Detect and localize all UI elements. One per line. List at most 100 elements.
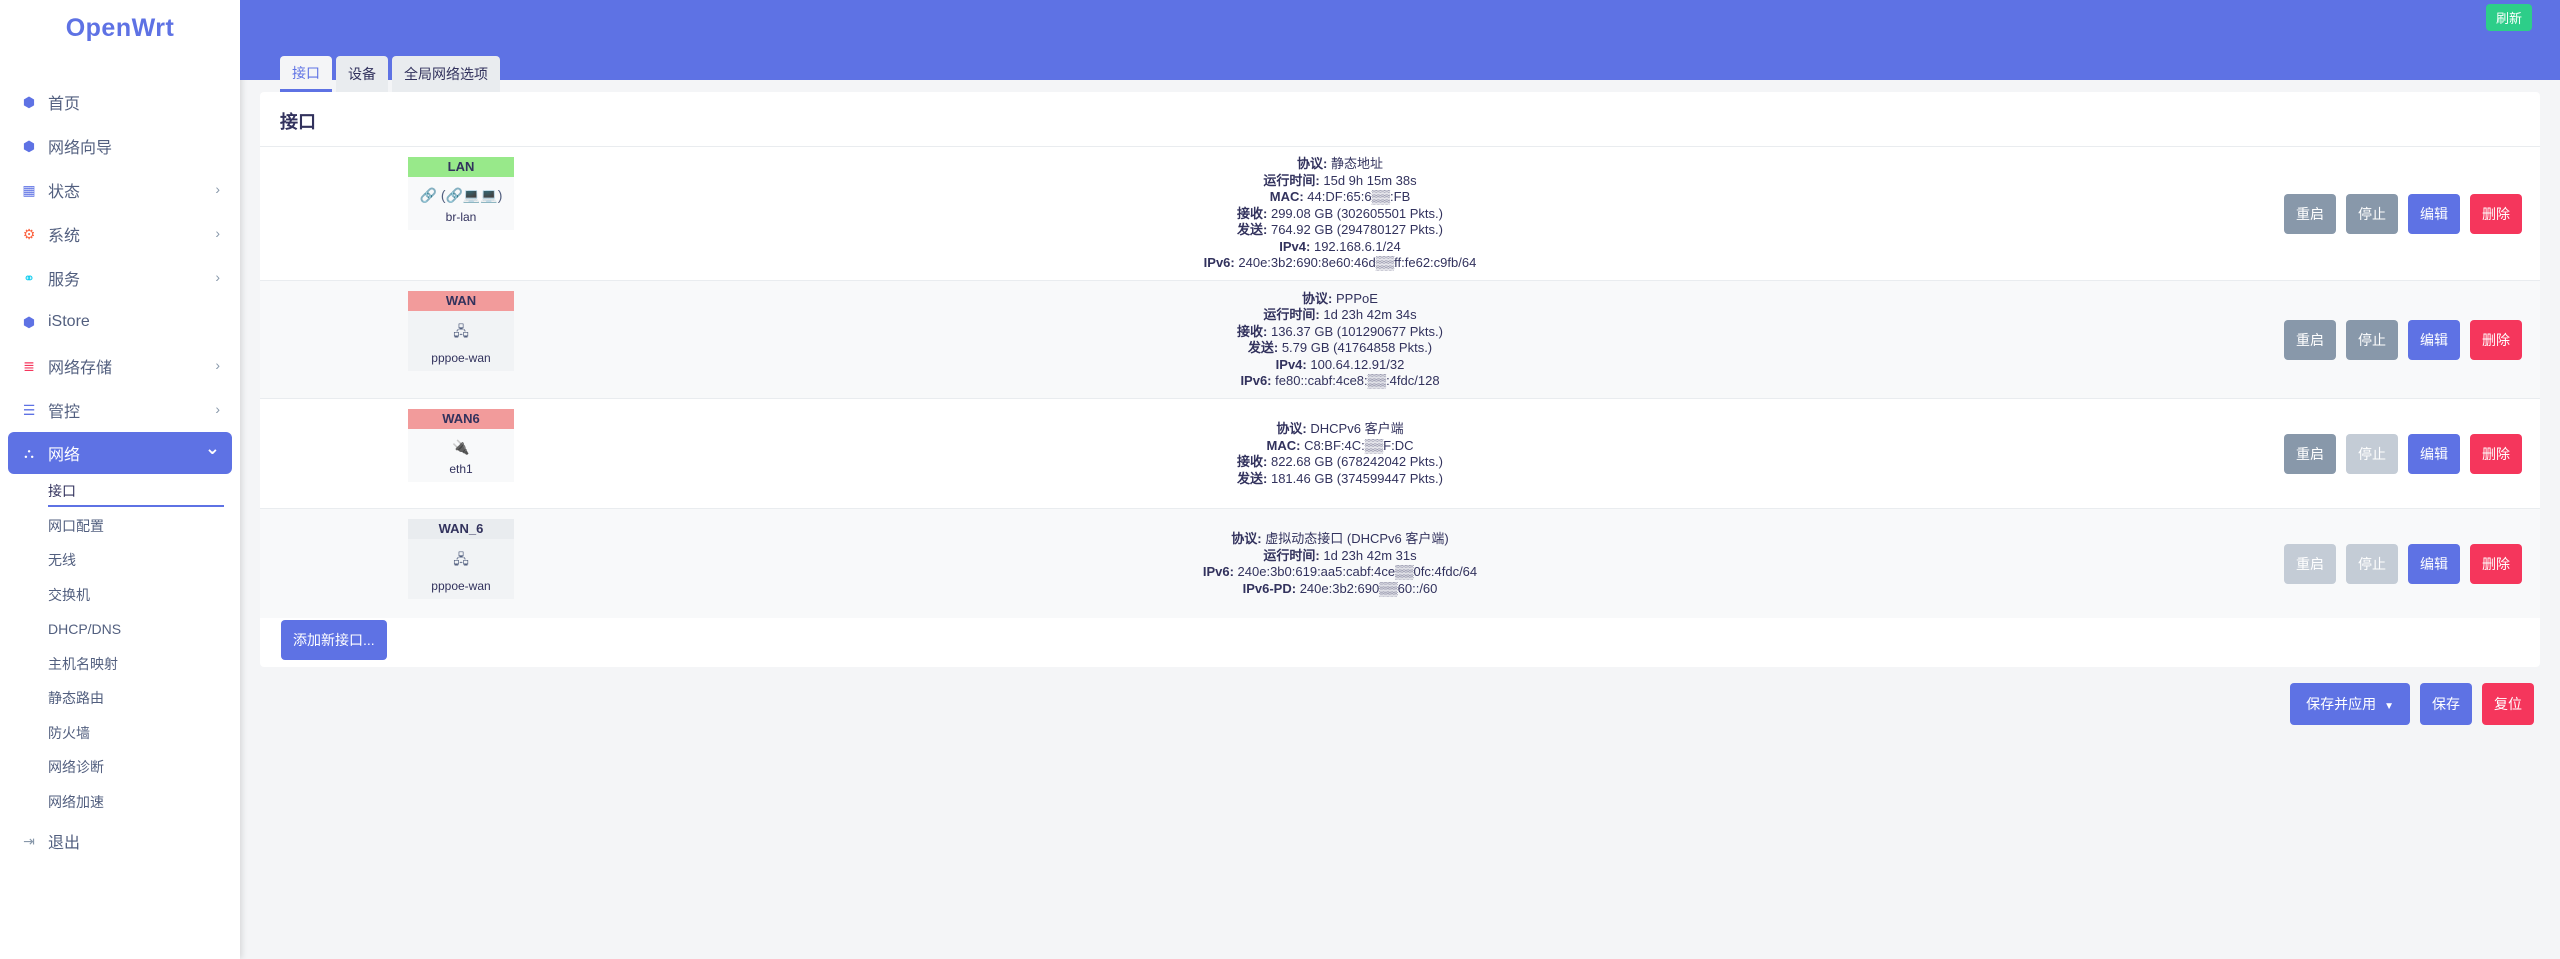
chevron-right-icon: ›: [215, 357, 220, 373]
info-key: IPv6:: [1240, 373, 1272, 388]
interface-name: LAN: [408, 157, 514, 177]
subnav-item-2[interactable]: 无线: [48, 543, 240, 578]
info-key: IPv6:: [1202, 564, 1234, 579]
sidebar-item-3[interactable]: ⚙ 系统 ›: [0, 212, 240, 256]
interface-badge[interactable]: WAN_6 🖧 pppoe-wan: [408, 519, 514, 599]
info-key: IPv6-PD:: [1242, 580, 1297, 596]
subnav-item-4[interactable]: DHCP/DNS: [48, 612, 240, 647]
sidebar-item-label: 系统: [48, 228, 81, 245]
network-port-icon: 🔗 (🔗💻💻): [419, 187, 503, 203]
interface-name: WAN_6: [408, 519, 514, 539]
tab-bar: 接口 设备 全局网络选项: [280, 56, 500, 92]
info-line: 运行时间: 1d 23h 42m 31s: [990, 548, 1690, 565]
restart-button[interactable]: 重启: [2284, 434, 2336, 474]
subnav-item-3[interactable]: 交换机: [48, 578, 240, 613]
interface-name: WAN6: [408, 409, 514, 429]
tab-devices[interactable]: 设备: [336, 56, 388, 92]
interface-device: pppoe-wan: [431, 351, 491, 365]
info-line: IPv6: fe80::cabf:4ce8:▒▒:4fdc/128: [990, 373, 1690, 390]
subnav-item-label: 接口: [48, 481, 224, 508]
info-line: 协议: 虚拟动态接口 (DHCPv6 客户端): [990, 531, 1690, 548]
stop-button[interactable]: 停止: [2346, 544, 2398, 584]
sidebar-item-label: 状态: [48, 184, 81, 201]
stop-button[interactable]: 停止: [2346, 194, 2398, 234]
network-port-icon: 🖧: [453, 323, 469, 339]
edit-button[interactable]: 编辑: [2408, 434, 2460, 474]
info-key: 协议:: [1276, 421, 1307, 436]
sidebar-item-4[interactable]: ⚭ 服务 ›: [0, 256, 240, 300]
info-value: 240e:3b2:690:8e60:46d▒▒ff:fe62:c9fb/64: [1238, 255, 1477, 271]
info-line: 发送: 764.92 GB (294780127 Pkts.): [990, 222, 1690, 239]
sidebar-item-6[interactable]: ≣ 网络存储 ›: [0, 344, 240, 388]
logout-label: 退出: [48, 835, 81, 852]
interface-device: br-lan: [445, 210, 477, 224]
sidebar-item-1[interactable]: ⬢ 网络向导: [0, 124, 240, 168]
sidebar-item-5[interactable]: ⬢ iStore: [0, 300, 240, 344]
subnav-item-9[interactable]: 网络加速: [48, 785, 240, 820]
subnav-item-1[interactable]: 网口配置: [48, 509, 240, 544]
restart-button[interactable]: 重启: [2284, 194, 2336, 234]
delete-button[interactable]: 删除: [2470, 434, 2522, 474]
sidebar-item-label: 服务: [48, 272, 81, 289]
info-key: IPv6:: [1203, 255, 1235, 271]
stop-button[interactable]: 停止: [2346, 320, 2398, 360]
info-key: MAC:: [1266, 437, 1301, 453]
subnav-item-8[interactable]: 网络诊断: [48, 750, 240, 785]
sidebar-item-label: iStore: [48, 313, 90, 330]
tab-global-options[interactable]: 全局网络选项: [392, 56, 500, 92]
info-line: 接收: 822.68 GB (678242042 Pkts.): [990, 454, 1690, 471]
subnav-item-label: 静态路由: [48, 690, 104, 707]
delete-button[interactable]: 删除: [2470, 544, 2522, 584]
edit-button[interactable]: 编辑: [2408, 544, 2460, 584]
info-key: 运行时间:: [1263, 547, 1320, 563]
info-key: 接收:: [1237, 205, 1268, 221]
info-value: 299.08 GB (302605501 Pkts.): [1270, 205, 1443, 221]
info-value: 44:DF:65:6▒▒:FB: [1307, 189, 1411, 205]
edit-button[interactable]: 编辑: [2408, 320, 2460, 360]
subnav-item-label: 网络加速: [48, 793, 104, 810]
info-key: 发送:: [1237, 470, 1268, 486]
subnav-item-6[interactable]: 静态路由: [48, 681, 240, 716]
chevron-right-icon: ›: [215, 181, 220, 197]
delete-button[interactable]: 删除: [2470, 320, 2522, 360]
delete-button[interactable]: 删除: [2470, 194, 2522, 234]
interface-row: WAN 🖧 pppoe-wan 协议: PPPoE 运行时间: 1d 23h 42m 3…: [260, 280, 2540, 398]
refresh-button[interactable]: 刷新: [2485, 4, 2532, 31]
info-line: IPv6: 240e:3b2:690:8e60:46d▒▒ff:fe62:c9f…: [990, 255, 1690, 272]
logout-item[interactable]: ⇥ 退出: [0, 819, 240, 863]
subnav-item-7[interactable]: 防火墙: [48, 716, 240, 751]
logo[interactable]: OpenWrt: [0, 14, 240, 43]
info-value: 5.79 GB (41764858 Pkts.): [1281, 340, 1433, 355]
interface-badge[interactable]: WAN6 🔌 eth1: [408, 409, 514, 482]
sidebar-item-2[interactable]: ▦ 状态 ›: [0, 168, 240, 212]
info-line: MAC: C8:BF:4C:▒▒F:DC: [990, 438, 1690, 455]
sidebar-item-8[interactable]: ⛬ 网络 ⌄: [8, 432, 232, 474]
restart-button[interactable]: 重启: [2284, 544, 2336, 584]
reset-button[interactable]: 复位: [2482, 683, 2534, 725]
subnav-item-0[interactable]: 接口: [48, 474, 240, 509]
row-actions: 重启 停止 编辑 删除: [2284, 544, 2522, 584]
save-button[interactable]: 保存: [2420, 683, 2472, 725]
interface-list: LAN 🔗 (🔗💻💻) br-lan 协议: 静态地址 运行时间: 15d 9h 15m…: [260, 146, 2540, 618]
sidebar-item-0[interactable]: ⬢ 首页: [0, 80, 240, 124]
subnav-item-5[interactable]: 主机名映射: [48, 647, 240, 682]
sidebar-item-label: 网络: [48, 447, 81, 464]
save-apply-button[interactable]: 保存并应用 ▼: [2290, 683, 2410, 725]
info-line: MAC: 44:DF:65:6▒▒:FB: [990, 189, 1690, 206]
cube-icon: ⬢: [22, 93, 36, 110]
caret-down-icon[interactable]: ▼: [2384, 701, 2394, 712]
restart-button[interactable]: 重启: [2284, 320, 2336, 360]
info-value: 静态地址: [1330, 156, 1383, 172]
network-port-icon: 🖧: [453, 551, 469, 567]
interface-badge[interactable]: LAN 🔗 (🔗💻💻) br-lan: [408, 157, 514, 230]
add-interface-button[interactable]: 添加新接口...: [281, 620, 387, 660]
info-key: 发送:: [1237, 222, 1268, 238]
tab-interfaces[interactable]: 接口: [280, 56, 332, 92]
sidebar-item-7[interactable]: ☰ 管控 ›: [0, 388, 240, 432]
edit-button[interactable]: 编辑: [2408, 194, 2460, 234]
info-value: 181.46 GB (374599447 Pkts.): [1270, 470, 1443, 486]
interface-badge[interactable]: WAN 🖧 pppoe-wan: [408, 291, 514, 371]
info-value: 1d 23h 42m 31s: [1323, 547, 1417, 563]
stop-button[interactable]: 停止: [2346, 434, 2398, 474]
chevron-right-icon: ›: [215, 225, 220, 241]
